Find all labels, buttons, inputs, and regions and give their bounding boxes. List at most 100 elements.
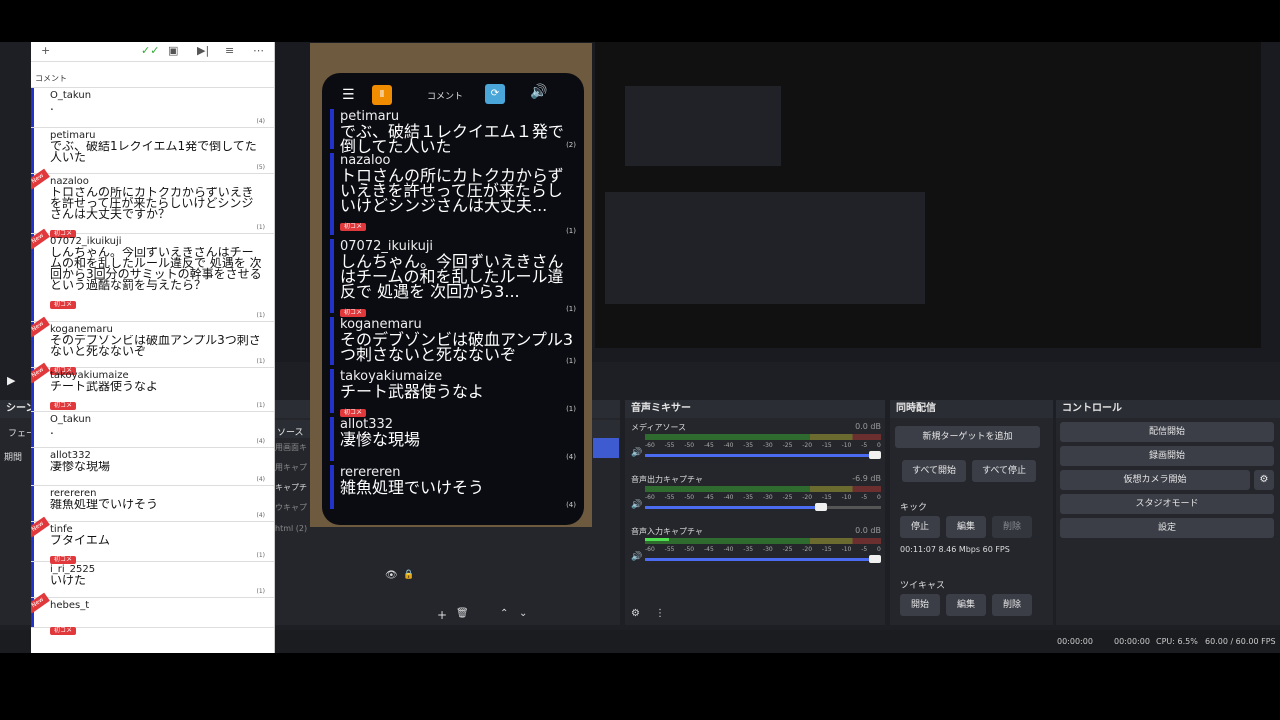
comment-text: そのデブゾンビは破血アンプル3つ刺さないと死なないぞ bbox=[50, 335, 261, 357]
volume-slider[interactable] bbox=[645, 555, 881, 563]
preview-play-icon[interactable]: ▶ bbox=[7, 374, 15, 387]
mixer-menu-icon[interactable]: ⋮ bbox=[655, 608, 665, 619]
fps-readout: 60.00 / 60.00 FPS bbox=[1205, 637, 1276, 646]
kick-stop-button[interactable]: 停止 bbox=[900, 516, 940, 538]
comment-item[interactable]: rerereren 雑魚処理でいけそう (4) bbox=[31, 486, 274, 522]
add-target-button[interactable]: 新規ターゲットを追加 bbox=[895, 426, 1040, 448]
phone-pause-icon[interactable]: Ⅱ bbox=[372, 85, 392, 105]
slider-knob[interactable] bbox=[869, 451, 881, 459]
slider-knob[interactable] bbox=[869, 555, 881, 563]
start-recording-button[interactable]: 録画開始 bbox=[1060, 446, 1274, 466]
comment-item[interactable]: O_takun. (4) bbox=[31, 412, 274, 448]
scale-tick: -10 bbox=[841, 546, 852, 553]
start-all-button[interactable]: すべて開始 bbox=[902, 460, 966, 482]
phone-accent-bar bbox=[330, 369, 334, 413]
studio-mode-button[interactable]: スタジオモード bbox=[1060, 494, 1274, 514]
more-icon[interactable]: ⋯ bbox=[253, 44, 264, 57]
comment-item[interactable]: New nazaloo トロさんの所にカトクカからずいえきを許せって圧が来たらしいけ… bbox=[31, 168, 274, 238]
scale-tick: -40 bbox=[723, 546, 734, 553]
comment-user: O_takun bbox=[50, 414, 92, 425]
check-icon[interactable]: ✓✓ bbox=[141, 44, 159, 57]
volume-slider[interactable] bbox=[645, 503, 881, 511]
source-selected-bar bbox=[593, 438, 619, 458]
comment-text: ブタイエム bbox=[50, 535, 110, 546]
comment-item[interactable]: New takoyakiumaize チート武器使うなよ 初コメ (1) bbox=[31, 362, 274, 412]
comment-text: . bbox=[50, 611, 262, 617]
twitcas-start-button[interactable]: 開始 bbox=[900, 594, 940, 616]
source-label-1: ソース bbox=[277, 428, 304, 438]
move-down-icon[interactable]: ⌄ bbox=[519, 608, 527, 619]
mixer-track-name: 音声出力キャプチャ bbox=[631, 475, 703, 484]
comment-list[interactable]: O_takun. (4) petimaru でぶ、破結1レクイエム1発で倒してた人いた… bbox=[31, 88, 274, 635]
volume-slider[interactable] bbox=[645, 451, 881, 459]
comment-text: チート武器使うなよ bbox=[50, 381, 159, 392]
scale-tick: -5 bbox=[861, 494, 868, 501]
comment-item[interactable]: i_ri_2525 いけた (1) bbox=[31, 562, 274, 598]
phone-accent-bar bbox=[330, 317, 334, 365]
comment-item[interactable]: New tinfe ブタイエム 初コメ (1) bbox=[31, 516, 274, 564]
comment-user: hebes_t bbox=[50, 600, 90, 611]
mixer-settings-icon[interactable]: ⚙ bbox=[631, 608, 640, 619]
visibility-icon[interactable]: 👁 bbox=[385, 570, 398, 581]
kick-label: キック bbox=[900, 503, 928, 513]
phone-comment-count: (1) bbox=[566, 227, 576, 235]
source-label-6: html (2) bbox=[275, 524, 308, 533]
comment-accent-bar bbox=[31, 448, 34, 485]
comment-item[interactable]: O_takun. (4) bbox=[31, 88, 274, 128]
comment-item[interactable]: petimaru でぶ、破結1レクイエム1発で倒してた人いた (5) bbox=[31, 128, 274, 174]
source-row-4[interactable]: キャプチ bbox=[275, 482, 307, 493]
list-icon[interactable]: ≡ bbox=[225, 44, 234, 57]
settings-button[interactable]: 設定 bbox=[1060, 518, 1274, 538]
source-row-5[interactable]: ウキャプ bbox=[275, 502, 307, 513]
mixer-track-db: 0.0 dB bbox=[855, 526, 881, 535]
stop-all-button[interactable]: すべて停止 bbox=[972, 460, 1036, 482]
first-comment-badge: 初コメ bbox=[50, 301, 77, 309]
twitcas-edit-button[interactable]: 編集 bbox=[946, 594, 986, 616]
speaker-icon[interactable]: 🔊 bbox=[631, 552, 642, 562]
comment-count: (1) bbox=[256, 402, 266, 409]
scale-tick: -15 bbox=[821, 442, 832, 449]
kick-delete-button[interactable]: 削除 bbox=[992, 516, 1032, 538]
scale-tick: -10 bbox=[841, 442, 852, 449]
scale-tick: -15 bbox=[821, 494, 832, 501]
speaker-icon[interactable]: 🔊 bbox=[631, 448, 642, 458]
source-row-2[interactable]: 用画面キ bbox=[275, 442, 307, 453]
phone-speaker-icon[interactable]: 🔊 bbox=[530, 84, 547, 100]
source-row-3[interactable]: 用キャプ bbox=[275, 462, 307, 473]
move-up-icon[interactable]: ⌃ bbox=[500, 608, 508, 619]
comment-item[interactable]: allot332 凄惨な現場 (4) bbox=[31, 448, 274, 486]
virtual-camera-button[interactable]: 仮想カメラ開始 bbox=[1060, 470, 1250, 490]
comment-text: でぶ、破結1レクイエム1発で倒してた人いた bbox=[50, 141, 257, 163]
kick-edit-button[interactable]: 編集 bbox=[946, 516, 986, 538]
meter-scale: -60 -55 -50 -45 -40 -35 -30 -25 -20 -15 -10 -5 0 bbox=[645, 442, 881, 449]
start-stream-button[interactable]: 配信開始 bbox=[1060, 422, 1274, 442]
columns-icon[interactable]: ▣ bbox=[168, 44, 178, 57]
slider-knob[interactable] bbox=[814, 503, 827, 511]
phone-accent-bar bbox=[330, 417, 334, 461]
add-icon[interactable]: + bbox=[41, 44, 50, 57]
source-row-6[interactable]: html (2) bbox=[275, 524, 307, 533]
scale-tick: -20 bbox=[802, 442, 813, 449]
comment-panel: + ✓✓ ▣ ▶| ≡ ⋯ コメント O_takun. (4) petimaru でぶ… bbox=[31, 42, 275, 653]
mixer-track-db: -6.9 dB bbox=[852, 474, 881, 483]
speaker-icon[interactable]: 🔊 bbox=[631, 500, 642, 510]
scale-tick: -60 bbox=[645, 494, 655, 501]
comment-user: O_takun bbox=[50, 90, 92, 101]
scale-tick: -25 bbox=[782, 442, 793, 449]
source-label-3: 用キャプ bbox=[275, 463, 307, 472]
phone-menu-icon[interactable]: ☰ bbox=[342, 87, 355, 103]
scale-tick: -50 bbox=[684, 546, 695, 553]
virtual-camera-gear-icon[interactable]: ⚙ bbox=[1254, 470, 1274, 490]
comment-item[interactable]: New 07072_ikuikuji しんちゃん。今回ずいえきさんはチームの和を乱し… bbox=[31, 228, 274, 322]
lock-icon[interactable]: 🔒 bbox=[403, 570, 414, 580]
phone-refresh-icon[interactable]: ⟳ bbox=[485, 84, 505, 104]
twitcas-delete-button[interactable]: 削除 bbox=[992, 594, 1032, 616]
next-icon[interactable]: ▶| bbox=[197, 44, 209, 57]
comment-item[interactable]: Newhebes_t.初コメ bbox=[31, 592, 274, 635]
remove-source-icon[interactable]: 🗑 bbox=[456, 608, 469, 619]
comment-item[interactable]: New koganemaru そのデブゾンビは破血アンプル3つ刺さないと死なないぞ初… bbox=[31, 316, 274, 375]
cpu-usage: CPU: 6.5% bbox=[1156, 637, 1198, 646]
add-source-icon[interactable]: + bbox=[437, 608, 447, 622]
meter-scale: -60 -55 -50 -45 -40 -35 -30 -25 -20 -15 -10 -5 0 bbox=[645, 494, 881, 501]
comment-user: 07072_ikuikuji bbox=[50, 236, 122, 247]
